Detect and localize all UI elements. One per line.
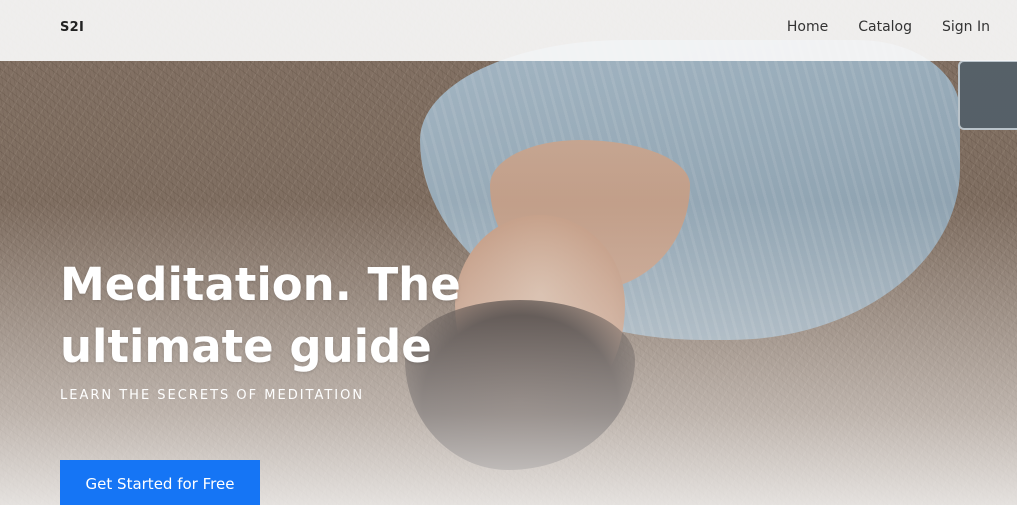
- top-navbar: S2I Home Catalog Sign In: [0, 0, 1017, 61]
- brand-logo[interactable]: S2I: [60, 20, 84, 35]
- hero-title: Meditation. The ultimate guide: [60, 258, 461, 373]
- nav-link-home[interactable]: Home: [787, 19, 828, 35]
- landing-page: S2I Home Catalog Sign In Meditation. The…: [0, 0, 1017, 505]
- hero-background-image: [0, 0, 1017, 505]
- nav-link-catalog[interactable]: Catalog: [858, 19, 912, 35]
- hero-subtitle: LEARN THE SECRETS OF MEDITATION: [60, 388, 365, 403]
- nav-links: Home Catalog Sign In: [787, 19, 990, 35]
- nav-link-sign-in[interactable]: Sign In: [942, 19, 990, 35]
- get-started-button[interactable]: Get Started for Free: [60, 460, 260, 505]
- hero-image-overlay: [0, 0, 1017, 505]
